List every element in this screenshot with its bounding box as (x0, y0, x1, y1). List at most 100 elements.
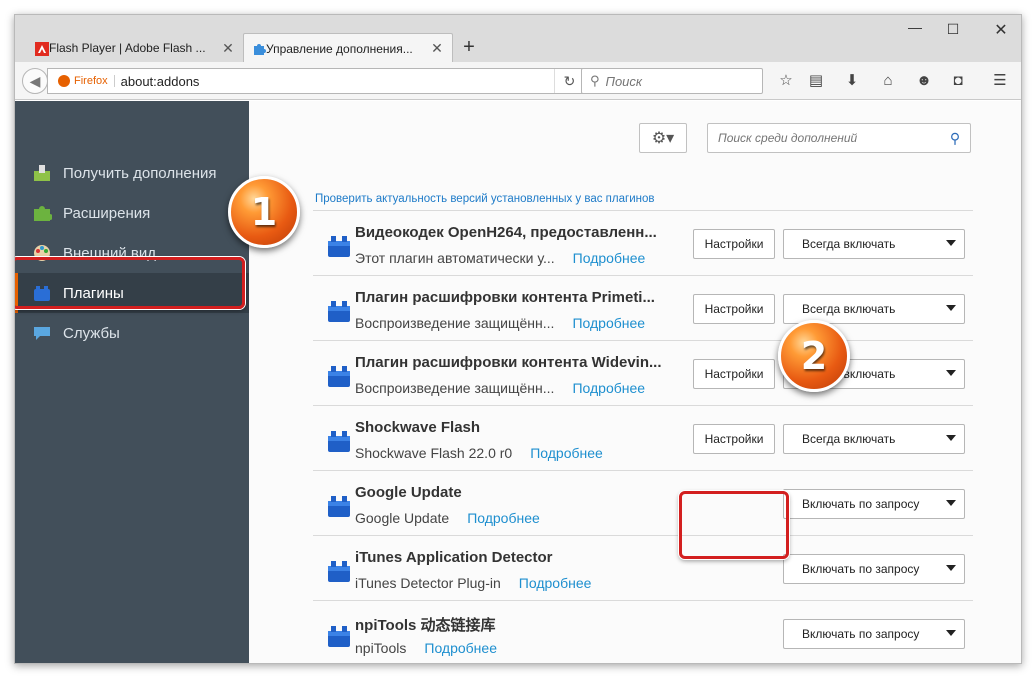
plugin-description-line: Google Update Подробнее (355, 510, 540, 526)
plugin-name: Shockwave Flash (355, 419, 481, 436)
addon-search-box[interactable]: ⚲ (707, 123, 971, 153)
dropdown-arrow-icon (946, 500, 956, 506)
activation-state-label: Всегда включать (802, 432, 896, 446)
menu-icon[interactable]: ☰ (991, 72, 1009, 90)
pocket-icon[interactable]: ◘ (949, 72, 967, 90)
plugin-icon (328, 561, 350, 582)
close-window-button[interactable]: ✕ (991, 20, 1011, 40)
reload-icon[interactable]: ↻ (554, 69, 584, 93)
downloads-icon[interactable]: ⬇ (843, 72, 861, 90)
new-tab-button[interactable]: + (459, 36, 479, 58)
plugin-description: Воспроизведение защищённ... (355, 315, 555, 331)
get-addons-icon (31, 162, 53, 184)
reading-list-icon[interactable]: ▤ (807, 72, 825, 90)
more-link[interactable]: Подробнее (467, 510, 540, 526)
plugin-description-line: Воспроизведение защищённ... Подробнее (355, 315, 645, 331)
category-get-addons[interactable]: Получить дополнения (15, 153, 249, 193)
plugin-icon (328, 301, 350, 322)
plugins-list-view: ⚙▾ ⚲ Проверить актуальность версий устан… (249, 101, 1021, 663)
category-extensions[interactable]: Расширения (15, 193, 249, 233)
plugin-row[interactable]: Shockwave Flash Shockwave Flash 22.0 r0 По… (313, 405, 973, 470)
plugin-row[interactable]: Плагин расшифровки контента Primeti... Во… (313, 275, 973, 340)
plugin-description: npiTools (355, 640, 407, 656)
settings-button[interactable]: Настройки (693, 229, 775, 259)
plugin-name: Google Update (355, 484, 462, 501)
minimize-button[interactable]: — (905, 19, 925, 35)
url-bar[interactable]: Firefox about:addons ↻ (47, 68, 585, 94)
category-services[interactable]: Службы (15, 313, 249, 353)
category-label: Внешний вид (63, 244, 156, 262)
plugin-icon (31, 282, 53, 304)
plugin-row[interactable]: Видеокодек OpenH264, предоставленн... Это… (313, 210, 973, 275)
plugin-icon (328, 366, 350, 387)
categories-sidebar: Получить дополнения Расширения Внешний в… (15, 101, 249, 663)
tab-flash-player[interactable]: Flash Player | Adobe Flash ... ✕ (27, 34, 243, 62)
tab-addons-manager[interactable]: Управление дополнения... ✕ (243, 33, 453, 63)
plugin-description: iTunes Detector Plug-in (355, 575, 501, 591)
activation-state-select[interactable]: Всегда включать (783, 424, 965, 454)
dropdown-arrow-icon (946, 305, 956, 311)
more-link[interactable]: Подробнее (572, 380, 645, 396)
back-button[interactable]: ◀ (22, 68, 48, 94)
category-appearance[interactable]: Внешний вид (15, 233, 249, 273)
firefox-icon (58, 75, 70, 87)
plugin-name: npiTools 动态链接库 (355, 617, 496, 634)
tab-strip: Flash Player | Adobe Flash ... ✕ Управле… (15, 15, 1021, 63)
close-tab-icon[interactable]: ✕ (430, 40, 444, 57)
plugin-name: iTunes Application Detector (355, 549, 553, 566)
step-marker-2: 2 (778, 320, 850, 392)
plugin-row[interactable]: Плагин расшифровки контента Widevin... Во… (313, 340, 973, 405)
plugin-row[interactable]: Google Update Google Update Подробнее Включ… (313, 470, 973, 535)
hello-icon[interactable]: ☻ (915, 72, 933, 90)
category-label: Расширения (63, 204, 151, 222)
settings-button[interactable]: Настройки (693, 359, 775, 389)
dropdown-arrow-icon (946, 565, 956, 571)
plugin-icon (328, 236, 350, 257)
puzzle-icon (254, 44, 266, 55)
home-icon[interactable]: ⌂ (879, 72, 897, 90)
web-search-bar[interactable]: ⚲ (581, 68, 763, 94)
plugin-description-line: Shockwave Flash 22.0 r0 Подробнее (355, 445, 603, 461)
plugin-name: Видеокодек OpenH264, предоставленн... (355, 224, 657, 241)
activation-state-label: Всегда включать (802, 302, 896, 316)
adobe-icon (35, 42, 49, 56)
more-link[interactable]: Подробнее (519, 575, 592, 591)
plugin-description: Google Update (355, 510, 450, 526)
search-icon[interactable]: ⚲ (940, 130, 970, 147)
activation-state-select[interactable]: Включать по запросу (783, 619, 965, 649)
activation-state-select[interactable]: Включать по запросу (783, 489, 965, 519)
palette-icon (31, 242, 53, 264)
bookmark-star-icon[interactable]: ☆ (777, 72, 795, 90)
dropdown-arrow-icon (946, 630, 956, 636)
check-plugins-link[interactable]: Проверить актуальность версий установлен… (315, 193, 654, 205)
category-label: Получить дополнения (63, 164, 217, 182)
close-tab-icon[interactable]: ✕ (221, 40, 235, 57)
more-link[interactable]: Подробнее (572, 315, 645, 331)
addons-page: Получить дополнения Расширения Внешний в… (15, 101, 1021, 663)
more-link[interactable]: Подробнее (573, 250, 646, 266)
category-plugins[interactable]: Плагины (15, 273, 249, 313)
puzzle-icon (31, 202, 53, 224)
url-text[interactable]: about:addons (121, 74, 554, 89)
activation-state-select[interactable]: Включать по запросу (783, 554, 965, 584)
plugin-description: Этот плагин автоматически у... (355, 250, 555, 266)
plugin-description: Воспроизведение защищённ... (355, 380, 555, 396)
tab-label: Управление дополнения... (266, 41, 413, 56)
tools-menu-button[interactable]: ⚙▾ (639, 123, 687, 153)
plugin-description-line: Этот плагин автоматически у... Подробнее (355, 250, 645, 266)
settings-button[interactable]: Настройки (693, 294, 775, 324)
plugin-name: Плагин расшифровки контента Primeti... (355, 289, 655, 306)
navigation-bar: ◀ Firefox about:addons ↻ ⚲ ☆ ▤ ⬇ ⌂ ☻ ◘ ☰ (15, 62, 1021, 100)
maximize-button[interactable]: ☐ (943, 21, 963, 38)
addon-search-input[interactable] (708, 131, 940, 145)
activation-state-select[interactable]: Всегда включать (783, 229, 965, 259)
more-link[interactable]: Подробнее (424, 640, 497, 656)
settings-button[interactable]: Настройки (693, 424, 775, 454)
browser-window: Flash Player | Adobe Flash ... ✕ Управле… (14, 14, 1022, 664)
more-link[interactable]: Подробнее (530, 445, 603, 461)
plugin-row[interactable]: iTunes Application Detector iTunes Detect… (313, 535, 973, 600)
web-search-input[interactable] (605, 73, 746, 89)
plugin-row[interactable]: npiTools 动态链接库 npiTools Подробнее Включать … (313, 600, 973, 663)
plugin-description-line: iTunes Detector Plug-in Подробнее (355, 575, 591, 591)
activation-state-label: Включать по запросу (802, 562, 920, 576)
